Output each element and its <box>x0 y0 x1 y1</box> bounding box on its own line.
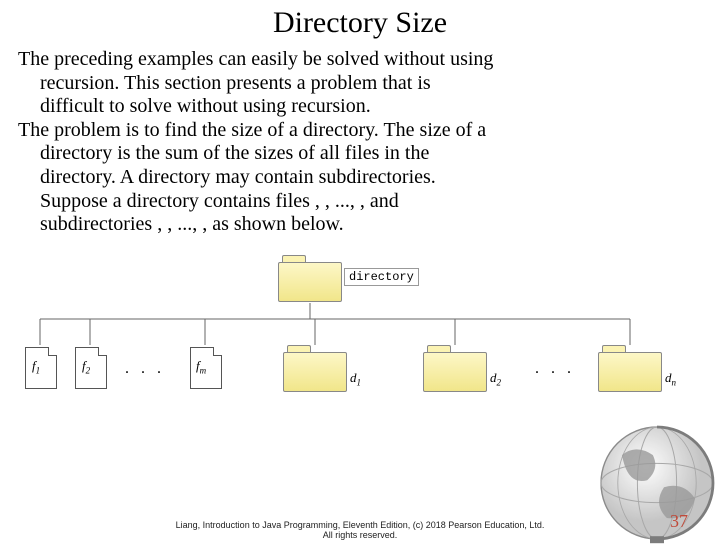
file-icon-1 <box>25 347 57 389</box>
dir-dots: . . . <box>535 360 575 378</box>
dir-icon-n <box>598 345 660 391</box>
dir-icon-1 <box>283 345 345 391</box>
p2-line5: subdirectories , , ..., , as shown below… <box>18 213 702 237</box>
dir-icon-2 <box>423 345 485 391</box>
dir-label-1: d1 <box>350 370 361 388</box>
file-dots: . . . <box>125 360 165 378</box>
root-folder-icon <box>278 255 340 301</box>
p1-line1: The preceding examples can easily be sol… <box>18 48 493 70</box>
file-label-m: fm <box>196 358 206 376</box>
file-icon-2 <box>75 347 107 389</box>
p2-line1: The problem is to find the size of a dir… <box>18 119 486 141</box>
slide-body: The preceding examples can easily be sol… <box>0 48 720 237</box>
file-label-2: f2 <box>82 358 90 376</box>
slide-footer: Liang, Introduction to Java Programming,… <box>0 520 720 540</box>
p1-line3: difficult to solve without using recursi… <box>18 95 702 119</box>
root-folder-label: directory <box>344 268 419 286</box>
footer-line-1: Liang, Introduction to Java Programming,… <box>176 520 545 530</box>
footer-line-2: All rights reserved. <box>323 530 398 540</box>
dir-label-2: d2 <box>490 370 501 388</box>
slide-title: Directory Size <box>0 6 720 40</box>
directory-diagram: directory f1 f2 . . . fm d1 d2 . . . dn <box>20 255 700 415</box>
p2-line3: directory. A directory may contain subdi… <box>18 166 702 190</box>
p2-line2: directory is the sum of the sizes of all… <box>18 142 702 166</box>
p2-line4: Suppose a directory contains files , , .… <box>18 190 702 214</box>
p1-line2: recursion. This section presents a probl… <box>18 72 702 96</box>
dir-label-n: dn <box>665 370 676 388</box>
page-number: 37 <box>670 511 688 532</box>
file-label-1: f1 <box>32 358 40 376</box>
